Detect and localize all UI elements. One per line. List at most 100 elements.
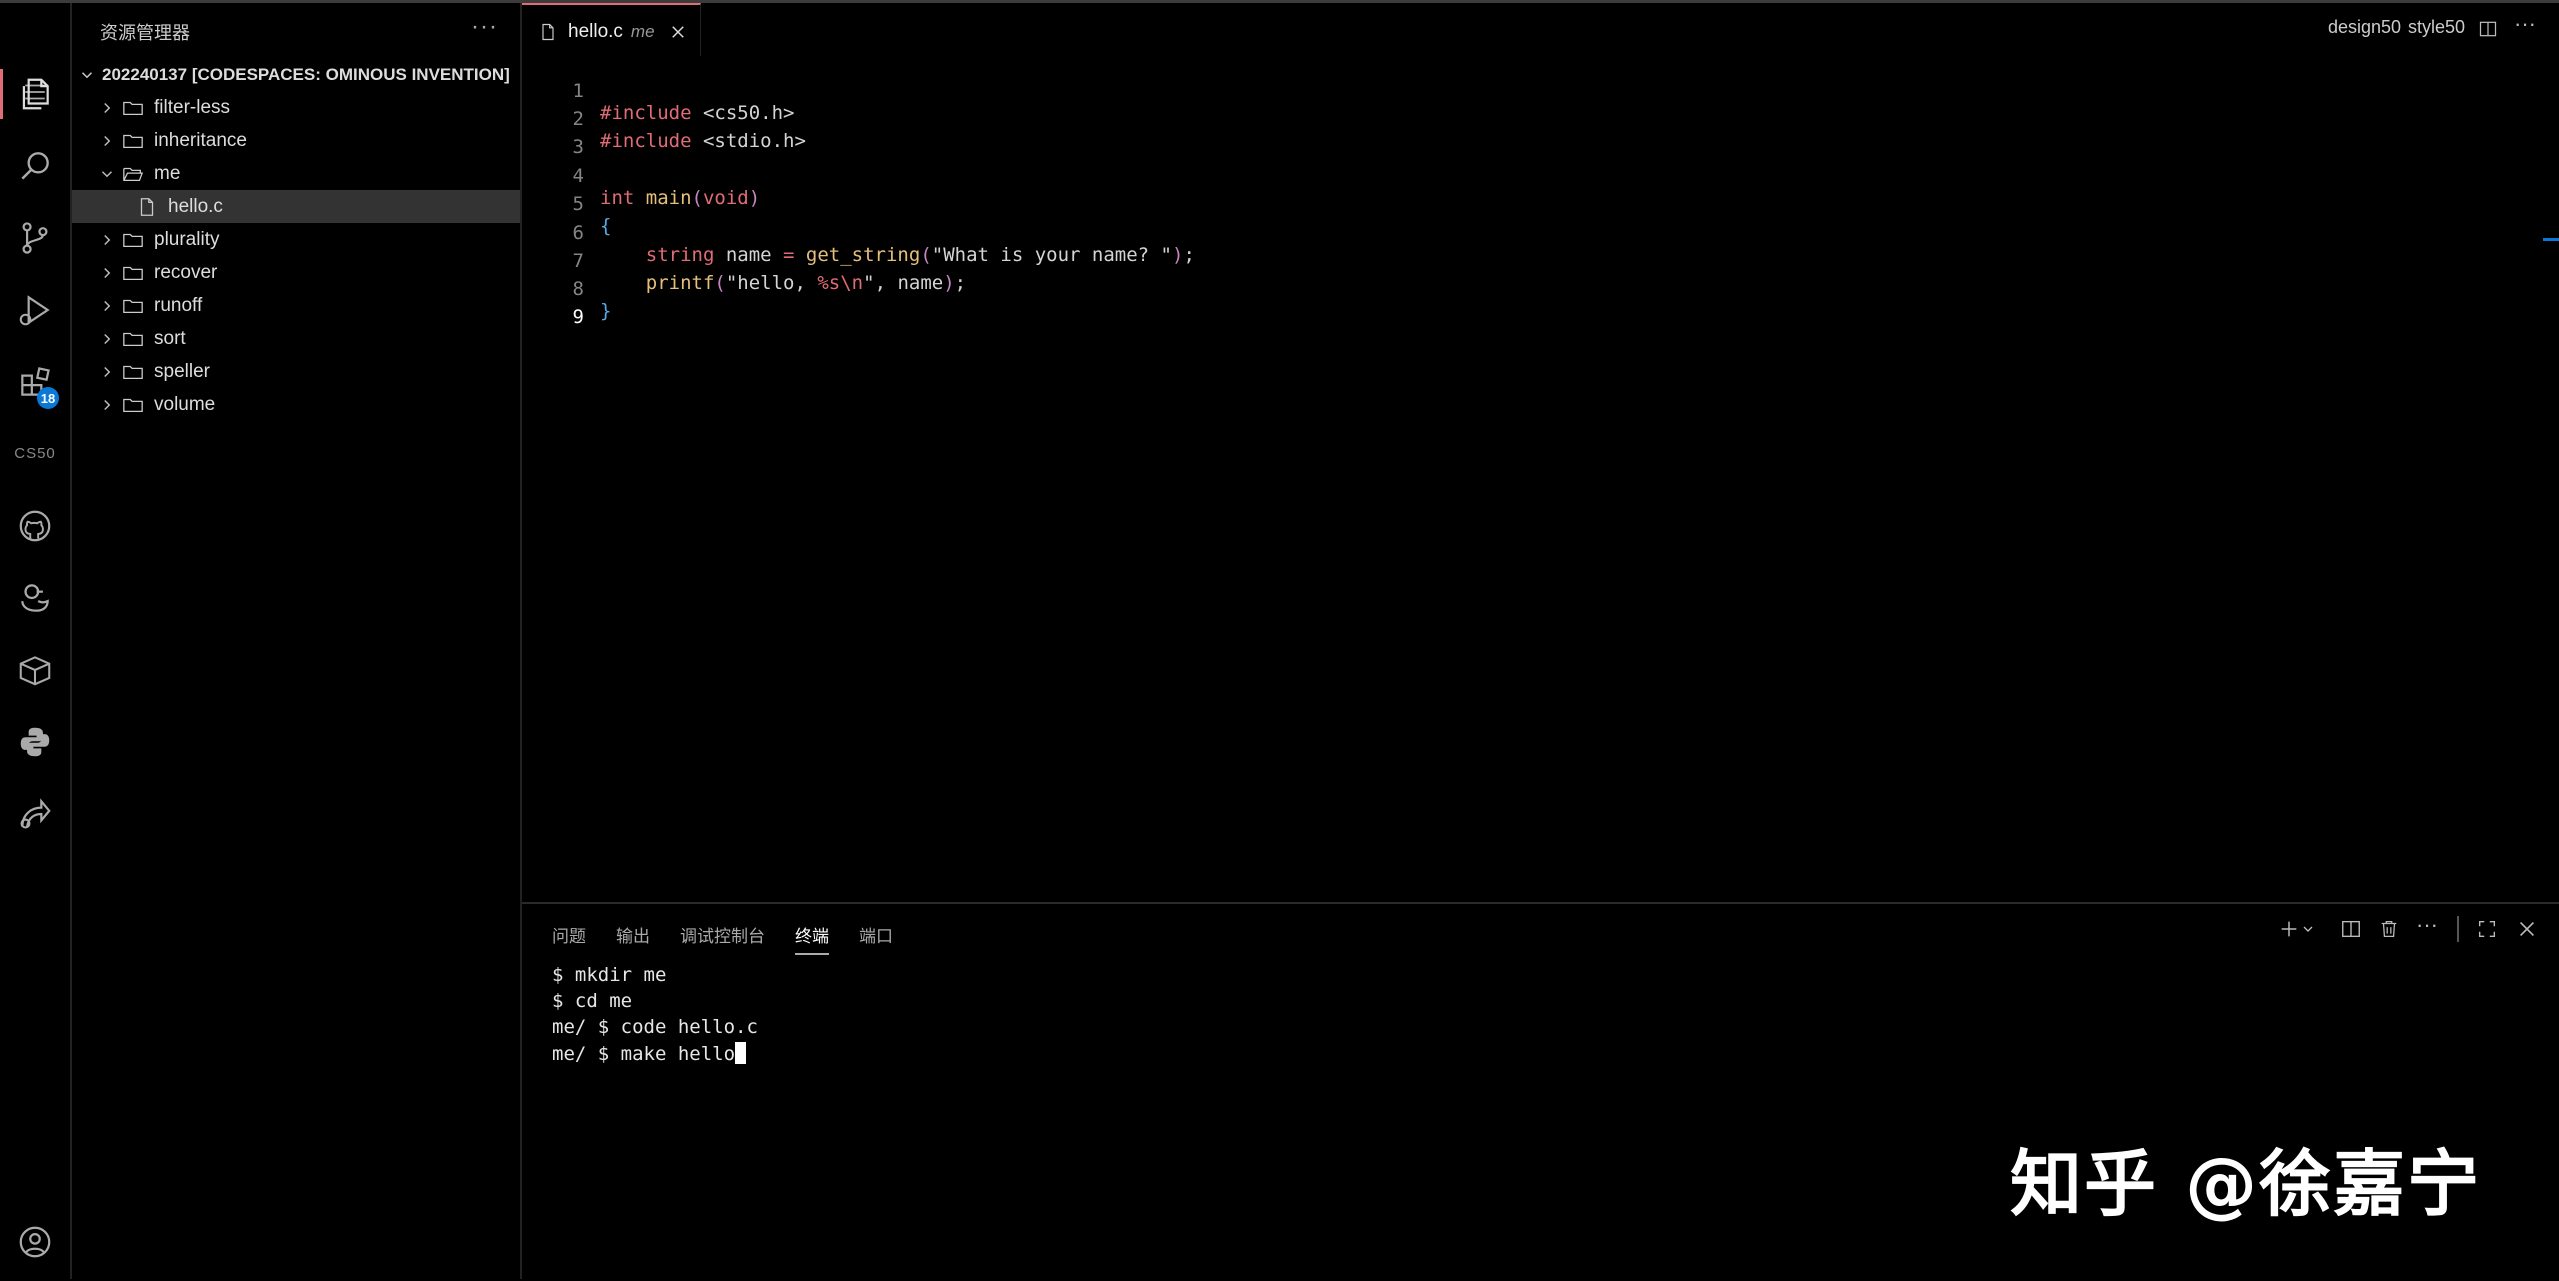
chevron-right-icon [104,234,111,245]
duck-activity[interactable] [0,567,70,629]
terminal-line: me/ $ code hello.c [552,1016,758,1038]
extensions-activity[interactable]: 18 [0,351,70,413]
split-editor-icon[interactable] [2478,19,2498,39]
tree-item-inheritance[interactable]: inheritance [72,124,520,157]
tree-item-sort[interactable]: sort [72,322,520,355]
file-icon [542,23,554,40]
design50-button[interactable]: design50 [2328,17,2401,38]
python-activity[interactable] [0,711,70,773]
activity-bar: 18 CS50 [0,3,72,1279]
terminal-line-current: me/ $ make hello [552,1042,758,1068]
workspace-root[interactable]: 202240137 [CODESPACES: OMINOUS INVENTION… [72,59,520,91]
chevron-down-icon [81,72,93,79]
folder-icon [123,332,143,346]
overview-ruler-marker [2543,238,2559,241]
editor-tab-hello-c[interactable]: hello.c me [522,3,701,58]
folder-icon [123,365,143,379]
code-line-1: 1 #include <cs50.h> [522,58,2522,124]
tree-item-label: plurality [154,228,220,250]
cs50-label[interactable]: CS50 [0,445,70,462]
more-actions-icon[interactable]: ··· [2514,11,2536,37]
explorer-activity[interactable] [0,63,70,125]
terminal-cursor [735,1042,747,1064]
chevron-down-icon[interactable] [2300,918,2316,940]
tab-ports[interactable]: 端口 [859,922,893,955]
tree-item-label: filter-less [154,96,231,118]
chevron-right-icon [104,399,111,410]
folder-icon [123,266,143,280]
tab-terminal[interactable]: 终端 [795,922,829,955]
github-icon [19,510,51,542]
tree-item-runoff[interactable]: runoff [72,289,520,322]
watermark: 知乎 @徐嘉宁 [2010,1142,2482,1226]
toolbar-divider [2457,916,2459,942]
code-line-4: 4 int main(void) [522,143,2522,209]
close-panel-icon[interactable] [2516,918,2538,940]
maximize-panel-icon[interactable] [2476,918,2498,940]
run-debug-activity[interactable] [0,279,70,341]
tree-item-recover[interactable]: recover [72,256,520,289]
explorer-title: 资源管理器 [100,23,190,43]
terminal-line: $ cd me [552,990,633,1012]
tree-item-filter-less[interactable]: filter-less [72,91,520,124]
box-icon [19,656,51,686]
code-line-8: 8 } [522,256,2522,322]
line-number: 9 [572,306,584,328]
style50-button[interactable]: style50 [2408,17,2465,38]
tree-item-label: me [154,162,181,184]
terminal-output[interactable]: $ mkdir me $ cd me me/ $ code hello.c me… [552,964,758,1068]
tree-item-label: recover [154,261,218,283]
search-activity[interactable] [0,135,70,197]
code-line-5: 5 { [522,171,2522,237]
tab-problems[interactable]: 问题 [552,922,586,955]
folder-icon [123,101,143,115]
remote-activity[interactable] [0,783,70,845]
tree-item-speller[interactable]: speller [72,355,520,388]
files-icon [22,78,49,110]
source-control-activity[interactable] [0,207,70,269]
accounts-activity[interactable] [0,1211,70,1273]
tree-item-plurality[interactable]: plurality [72,223,520,256]
python-icon [20,727,50,757]
more-actions-icon[interactable]: ··· [471,13,498,41]
tree-item-me[interactable]: me [72,157,520,190]
tree-item-label: sort [154,327,186,349]
chevron-right-icon [104,333,111,344]
code-line-6: 6 string name = get_string("What is your… [522,200,2522,266]
github-activity[interactable] [0,495,70,557]
tree-item-label: volume [154,393,216,415]
tree-item-label: inheritance [154,129,247,151]
workspace-root-label: 202240137 [CODESPACES: OMINOUS INVENTION… [102,65,510,84]
code-line-2: 2 #include <stdio.h> [522,86,2522,152]
new-terminal-icon[interactable] [2278,918,2300,940]
tab-output[interactable]: 输出 [616,922,650,955]
tab-filename: hello.c [568,20,623,42]
panel-tabs: 问题 输出 调试控制台 终端 端口 [552,922,923,955]
folder-icon [123,299,143,313]
folder-open-icon [123,167,144,181]
code-line-7: 7 printf("hello, %s\n", name); [522,228,2522,294]
tree-item-hello-c[interactable]: hello.c [72,190,520,223]
split-terminal-icon[interactable] [2340,918,2362,940]
containers-activity[interactable] [0,639,70,701]
folder-icon [123,233,143,247]
account-icon [19,1226,51,1258]
close-icon[interactable] [669,23,687,41]
file-icon [140,197,154,216]
extensions-badge: 18 [37,387,59,409]
terminal-line: $ mkdir me [552,964,667,986]
source-control-icon [22,222,48,254]
folder-icon [123,134,143,148]
tree-item-label: speller [154,360,210,382]
chevron-right-icon [104,366,111,377]
tab-debug-console[interactable]: 调试控制台 [680,922,765,955]
trash-icon[interactable] [2378,918,2400,940]
code-editor[interactable]: 1 #include <cs50.h> 2 #include <stdio.h>… [522,56,2559,902]
chevron-right-icon [104,135,111,146]
editor-tab-bar: hello.c me design50 style50 ··· [522,3,2559,58]
run-debug-icon [19,295,50,326]
more-actions-icon[interactable]: ··· [2416,912,2438,938]
tree-item-label: hello.c [168,195,223,217]
folder-icon [123,398,143,412]
tree-item-volume[interactable]: volume [72,388,520,421]
